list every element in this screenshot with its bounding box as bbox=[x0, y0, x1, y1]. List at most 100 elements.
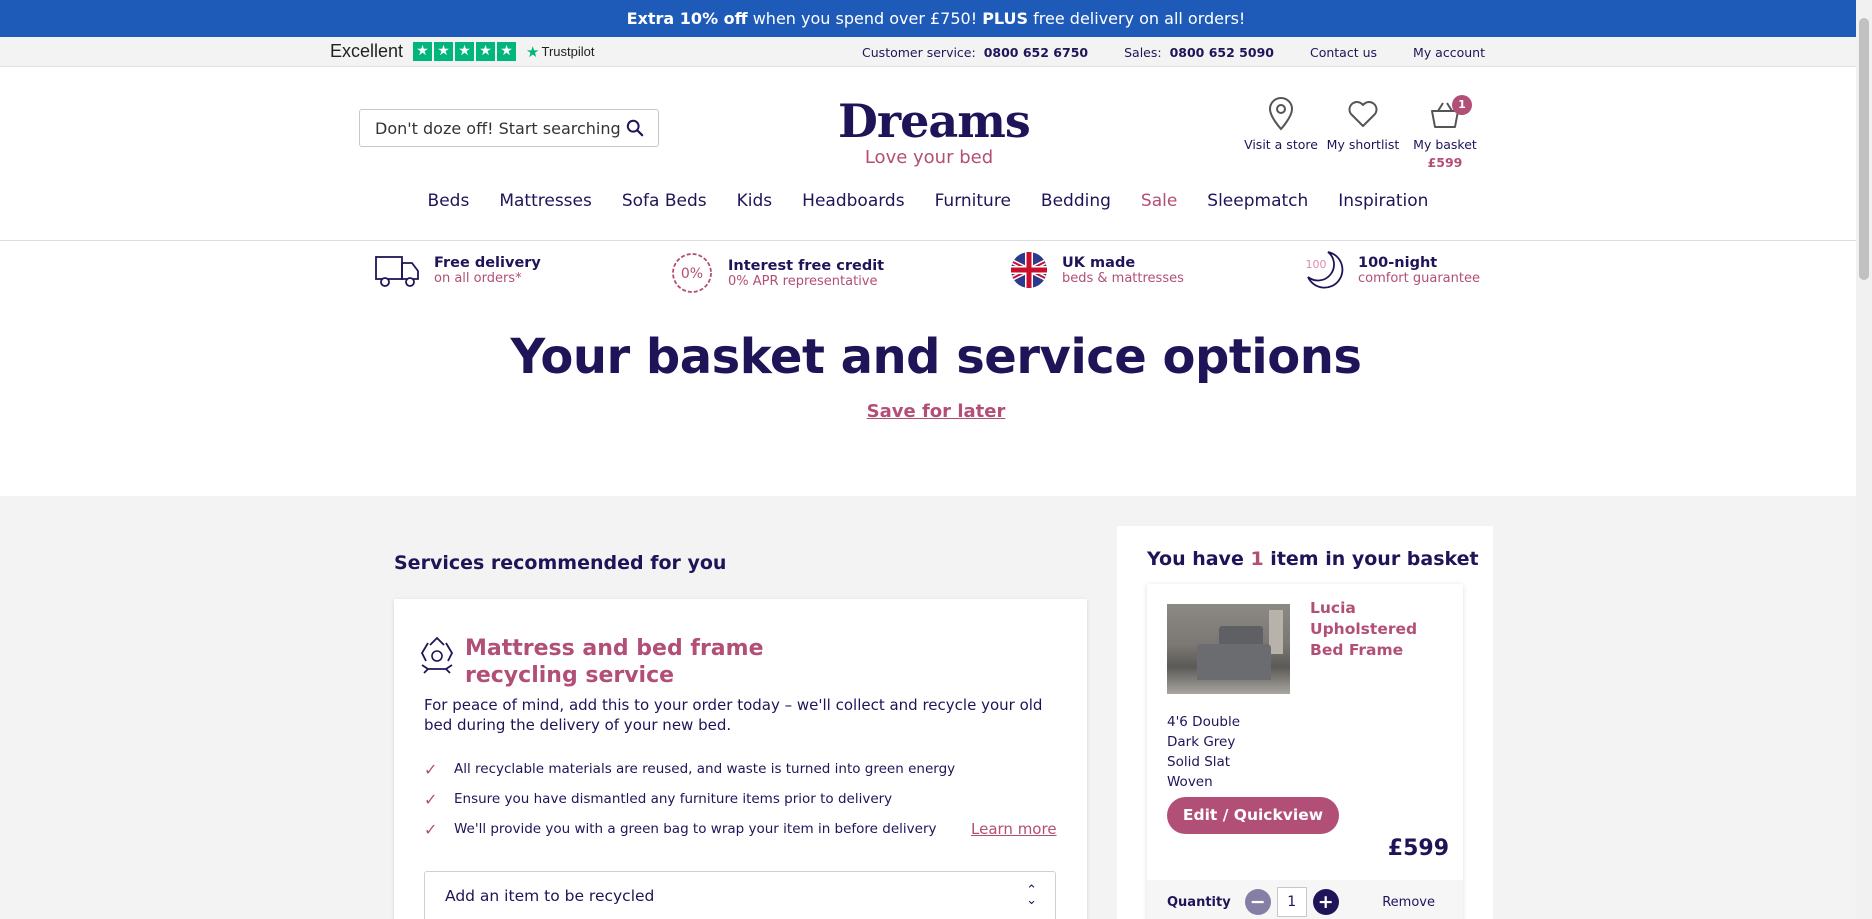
nav-headboards[interactable]: Headboards bbox=[802, 191, 904, 211]
page-title: Your basket and service options bbox=[510, 329, 1362, 385]
nav-sofa-beds[interactable]: Sofa Beds bbox=[622, 191, 707, 211]
recycle-item-select[interactable]: Add an item to be recycled ⌃ ⌄ bbox=[424, 871, 1056, 919]
benefit-item: ✓ All recyclable materials are reused, an… bbox=[424, 754, 955, 784]
header-actions: Visit a store My shortlist 1 My basket £… bbox=[1240, 95, 1486, 170]
visit-store-button[interactable]: Visit a store bbox=[1240, 97, 1322, 170]
visit-store-label: Visit a store bbox=[1244, 137, 1318, 152]
union-jack-icon bbox=[1011, 252, 1047, 288]
logo-wordmark: Dreams bbox=[838, 94, 1031, 148]
recycle-icon bbox=[420, 636, 454, 674]
recycling-card-title: Mattress and bed frame recycling service bbox=[465, 636, 764, 688]
sales-number[interactable]: 0800 652 5090 bbox=[1170, 45, 1274, 60]
nav-kids[interactable]: Kids bbox=[737, 191, 773, 211]
usp-title: Free delivery bbox=[434, 254, 541, 271]
decrease-quantity-button[interactable]: − bbox=[1244, 889, 1271, 915]
trustpilot-star-icon: ★ bbox=[526, 43, 540, 61]
shortlist-label: My shortlist bbox=[1326, 137, 1400, 152]
promo-highlight: Extra 10% off bbox=[626, 9, 748, 28]
nav-bedding[interactable]: Bedding bbox=[1041, 191, 1111, 211]
services-heading: Services recommended for you bbox=[394, 552, 727, 574]
search-input[interactable]: Don't doze off! Start searching bbox=[359, 109, 659, 147]
usp-uk-made[interactable]: UK made beds & mattresses bbox=[1010, 251, 1184, 289]
sales[interactable]: Sales: 0800 652 5090 bbox=[1124, 45, 1274, 60]
customer-service-label: Customer service: bbox=[862, 45, 976, 60]
recycling-description: For peace of mind, add this to your orde… bbox=[424, 696, 1043, 734]
nav-furniture[interactable]: Furniture bbox=[935, 191, 1011, 211]
moon-icon: 100 bbox=[1306, 251, 1344, 289]
search-placeholder: Don't doze off! Start searching bbox=[375, 118, 621, 138]
recycling-benefits: ✓ All recyclable materials are reused, an… bbox=[424, 754, 955, 844]
promo-text: when you spend over £750! bbox=[747, 9, 983, 28]
product-image-window bbox=[1269, 610, 1283, 654]
star-icon: ★ bbox=[434, 42, 454, 61]
star-icon: ★ bbox=[476, 42, 496, 61]
remove-item-link[interactable]: Remove bbox=[1382, 895, 1435, 910]
main-nav: Beds Mattresses Sofa Beds Kids Headboard… bbox=[0, 191, 1856, 211]
save-for-later-link[interactable]: Save for later bbox=[867, 401, 1006, 422]
spec-fabric: Woven bbox=[1167, 774, 1213, 790]
recycle-select-label: Add an item to be recycled bbox=[445, 887, 655, 905]
star-icon: ★ bbox=[413, 42, 433, 61]
usp-title: UK made bbox=[1062, 254, 1136, 271]
basket-button[interactable]: 1 My basket £599 bbox=[1404, 95, 1486, 170]
recycling-service-card: Mattress and bed frame recycling service… bbox=[394, 599, 1087, 919]
basket-total: £599 bbox=[1427, 155, 1463, 170]
quantity-row: Quantity − 1 + Remove bbox=[1147, 880, 1463, 919]
zero-percent-icon: 0% bbox=[672, 253, 712, 293]
sales-label: Sales: bbox=[1124, 45, 1162, 60]
usp-sub: 0% APR representative bbox=[728, 273, 878, 289]
benefit-item: ✓ Ensure you have dismantled any furnitur… bbox=[424, 784, 955, 814]
nav-beds[interactable]: Beds bbox=[428, 191, 470, 211]
usp-strip: Free delivery on all orders* 0% Interest … bbox=[0, 241, 1872, 303]
customer-service[interactable]: Customer service: 0800 652 6750 bbox=[862, 45, 1088, 60]
nav-inspiration[interactable]: Inspiration bbox=[1338, 191, 1428, 211]
usp-sub: comfort guarantee bbox=[1358, 270, 1480, 286]
site-header: Don't doze off! Start searching Dreams L… bbox=[0, 67, 1872, 241]
page-scrollbar[interactable] bbox=[1856, 0, 1872, 919]
nav-mattresses[interactable]: Mattresses bbox=[499, 191, 592, 211]
usp-title: 100-night bbox=[1358, 254, 1438, 271]
usp-interest-free[interactable]: 0% Interest free credit 0% APR representa… bbox=[670, 251, 884, 295]
nav-sale[interactable]: Sale bbox=[1141, 191, 1177, 211]
basket-item-card: Lucia Upholstered Bed Frame 4'6 Double D… bbox=[1147, 584, 1463, 919]
benefit-item: ✓ We'll provide you with a green bag to w… bbox=[424, 814, 955, 844]
promo-plus: PLUS bbox=[982, 9, 1029, 28]
scrollbar-thumb[interactable] bbox=[1859, 18, 1869, 280]
product-image[interactable] bbox=[1167, 604, 1290, 694]
spec-size: 4'6 Double bbox=[1167, 714, 1241, 730]
dreams-logo[interactable]: Dreams Love your bed bbox=[838, 94, 1031, 168]
basket-item-count: 1 bbox=[1250, 548, 1264, 570]
location-pin-icon bbox=[1268, 97, 1294, 131]
zero-percent-text: 0% bbox=[681, 266, 703, 282]
quantity-input[interactable]: 1 bbox=[1276, 887, 1307, 917]
top-utility-bar: Excellent ★ ★ ★ ★ ★ ★ Trustpilot Customer… bbox=[0, 37, 1872, 67]
my-account-link[interactable]: My account bbox=[1413, 45, 1485, 60]
benefit-text: Ensure you have dismantled any furniture… bbox=[454, 791, 893, 807]
quantity-label: Quantity bbox=[1167, 894, 1231, 910]
usp-free-delivery[interactable]: Free delivery on all orders* bbox=[374, 251, 541, 289]
check-icon: ✓ bbox=[424, 819, 438, 839]
nav-sleepmatch[interactable]: Sleepmatch bbox=[1207, 191, 1308, 211]
product-name-link[interactable]: Lucia Upholstered Bed Frame bbox=[1310, 598, 1450, 661]
basket-summary-panel: You have 1 item in your basket Lucia Uph… bbox=[1117, 526, 1493, 919]
promo-text-end: free delivery on all orders! bbox=[1028, 9, 1246, 28]
product-image-bed bbox=[1197, 644, 1271, 680]
search-icon[interactable] bbox=[626, 119, 644, 137]
usp-sub: beds & mattresses bbox=[1062, 270, 1184, 286]
trustpilot-widget[interactable]: Excellent ★ ★ ★ ★ ★ ★ Trustpilot bbox=[330, 41, 594, 62]
benefit-text: We'll provide you with a green bag to wr… bbox=[454, 821, 937, 837]
increase-quantity-button[interactable]: + bbox=[1312, 889, 1339, 915]
trustpilot-stars: ★ ★ ★ ★ ★ bbox=[413, 42, 517, 61]
promo-banner[interactable]: Extra 10% off when you spend over £750! … bbox=[0, 0, 1872, 37]
basket-heading-post: item in your basket bbox=[1263, 548, 1479, 570]
basket-heading: You have 1 item in your basket bbox=[1147, 548, 1479, 570]
customer-service-number[interactable]: 0800 652 6750 bbox=[984, 45, 1088, 60]
learn-more-link[interactable]: Learn more bbox=[971, 820, 1057, 838]
usp-100-night[interactable]: 100 100-night comfort guarantee bbox=[1302, 249, 1480, 291]
contact-us-link[interactable]: Contact us bbox=[1310, 45, 1377, 60]
shortlist-button[interactable]: My shortlist bbox=[1322, 97, 1404, 170]
check-icon: ✓ bbox=[424, 789, 438, 809]
trustpilot-rating: Excellent bbox=[330, 41, 404, 61]
usp-sub: on all orders* bbox=[434, 270, 522, 286]
edit-quickview-button[interactable]: Edit / Quickview bbox=[1167, 797, 1339, 834]
